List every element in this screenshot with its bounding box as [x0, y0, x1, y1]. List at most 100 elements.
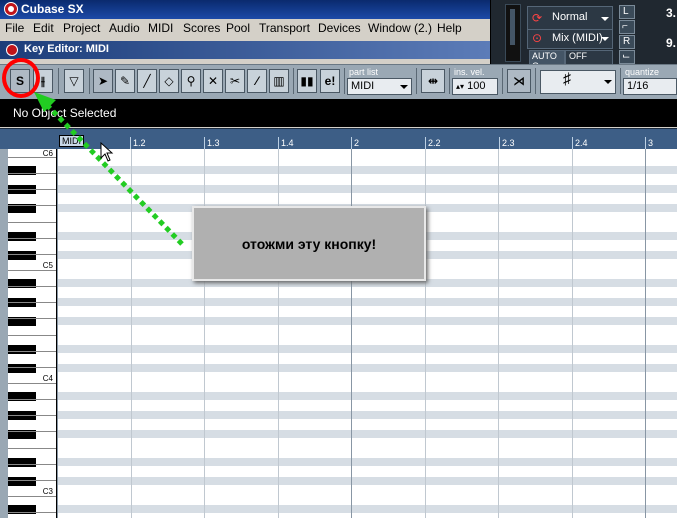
annotation-circle	[2, 58, 40, 98]
show-info-button[interactable]: ▽	[64, 69, 84, 93]
ruler-label: 1.2	[133, 138, 146, 148]
menu-bar: File Edit Project Audio MIDI Scores Pool…	[0, 19, 490, 37]
white-key-divider	[8, 286, 56, 288]
ruler[interactable]: MIDI 1.2 1.3 1.4 2 2.2 2.3 2.4 3	[57, 128, 677, 150]
menu-window[interactable]: Window (2.)	[368, 21, 432, 35]
line-tool[interactable]: ╱	[137, 69, 157, 93]
editor-title-bar: Key Editor: MIDI	[0, 41, 490, 59]
menu-edit[interactable]: Edit	[33, 21, 54, 35]
edit-in-place-button[interactable]: e!	[320, 69, 340, 93]
split-tool[interactable]: ✂	[225, 69, 245, 93]
grid-beat-line	[130, 149, 132, 518]
erase-tool[interactable]: ◇	[159, 69, 179, 93]
app-title: Cubase SX	[21, 2, 84, 16]
autoscroll-button[interactable]: ▮▮	[297, 69, 317, 93]
chevron-down-icon	[604, 80, 612, 84]
zoom-tool[interactable]: ⚲	[181, 69, 201, 93]
quantize-grid-select[interactable]: ♯	[540, 70, 616, 94]
snap-icon: ⋊	[513, 74, 525, 88]
white-key-divider	[8, 512, 56, 514]
white-key-divider	[8, 270, 56, 271]
grid-beat-line	[277, 149, 279, 518]
toolbar-divider	[344, 68, 345, 94]
chevron-down-icon	[601, 17, 609, 21]
grid-beat-line	[498, 149, 499, 518]
ruler-label: 1.3	[207, 138, 220, 148]
quantize-label: quantize	[625, 67, 660, 77]
grid-icon: ♯	[563, 71, 571, 88]
menu-audio[interactable]: Audio	[109, 21, 140, 35]
ruler-corner	[0, 128, 57, 150]
white-key-divider	[8, 253, 56, 255]
keyboard-margin	[0, 149, 8, 518]
left-locator-icon[interactable]: L	[619, 5, 635, 19]
info-line: No Object Selected	[0, 99, 677, 127]
mute-tool[interactable]: ✕	[203, 69, 223, 93]
menu-file[interactable]: File	[5, 21, 24, 35]
mix-selector[interactable]: ⊙ Mix (MIDI)	[527, 29, 613, 49]
piano-keyboard[interactable]: C6 C5 C4 C3	[8, 149, 57, 518]
edit-in-place-label: e!	[324, 74, 336, 88]
menu-midi[interactable]: MIDI	[148, 21, 173, 35]
glue-tool[interactable]: ⁄	[247, 69, 267, 93]
insert-velocity-field[interactable]: ▴▾ 100	[452, 78, 498, 95]
toolbar-divider	[620, 68, 621, 94]
menu-scores[interactable]: Scores	[183, 21, 220, 35]
ruler-label: 2.4	[575, 138, 588, 148]
mouse-cursor-icon	[100, 142, 114, 162]
toolbar-divider	[535, 68, 536, 94]
transport-panel: ⟳ Normal ⊙ Mix (MIDI) AUTO Q OFF L ⌐ R ⌙…	[490, 0, 677, 71]
quantize-select[interactable]: 1/16	[623, 78, 677, 95]
white-key-divider	[8, 350, 56, 352]
white-key-divider	[8, 205, 56, 207]
grid-lane	[57, 317, 677, 326]
white-key-divider	[8, 302, 56, 304]
grid-beat-line	[571, 149, 573, 518]
info-icon: ▽	[69, 74, 79, 88]
white-key-divider	[8, 173, 56, 175]
drumstick-tool[interactable]: ▥	[269, 69, 289, 93]
level-meter	[505, 4, 521, 62]
punch-out-icon[interactable]: ⌙	[619, 50, 635, 64]
ruler-label: 2.2	[428, 138, 441, 148]
auto-quantize-button[interactable]: AUTO Q	[529, 50, 565, 71]
ruler-label: 2.3	[502, 138, 515, 148]
grid-lane	[57, 505, 677, 514]
toolbar-divider	[293, 68, 294, 94]
object-select-tool[interactable]: ➤	[93, 69, 113, 93]
menu-help[interactable]: Help	[437, 21, 462, 35]
grid-beat-line	[351, 149, 352, 518]
menu-devices[interactable]: Devices	[318, 21, 361, 35]
cycle-mode-icon: ⊙	[532, 31, 543, 45]
grid-lane	[57, 392, 677, 401]
white-key-divider	[8, 399, 56, 401]
snap-button[interactable]: ⋊	[507, 69, 531, 93]
grid-lane	[57, 185, 677, 194]
info-line-text: No Object Selected	[13, 106, 117, 120]
editor-title: Key Editor: MIDI	[24, 43, 109, 55]
speaker-icon: ⫲	[41, 73, 45, 88]
mode-selector[interactable]: ⟳ Normal	[527, 6, 613, 30]
grid-lane	[57, 477, 677, 486]
right-locator-icon[interactable]: R	[619, 35, 635, 49]
black-key[interactable]	[8, 251, 36, 261]
instruction-text: отожми эту кнопку!	[241, 236, 377, 252]
grid-lane	[57, 458, 677, 467]
draw-tool[interactable]: ✎	[115, 69, 135, 93]
punch-in-icon[interactable]: ⌐	[619, 20, 635, 34]
part-list-select[interactable]: MIDI	[347, 78, 412, 95]
black-key[interactable]	[8, 477, 36, 487]
line-icon: ╱	[143, 74, 151, 88]
ruler-label: 2	[354, 138, 360, 148]
grid-lane	[57, 345, 677, 354]
right-locator-value: 9.	[666, 36, 677, 50]
nudge-button[interactable]: ⇹	[421, 69, 445, 93]
grid-beat-line	[204, 149, 205, 518]
white-key-divider	[8, 237, 56, 239]
menu-project[interactable]: Project	[63, 21, 100, 35]
menu-pool[interactable]: Pool	[226, 21, 250, 35]
black-key[interactable]	[8, 364, 36, 374]
menu-transport[interactable]: Transport	[259, 21, 310, 35]
note-grid[interactable]	[57, 149, 677, 518]
grid-lane	[57, 430, 677, 439]
